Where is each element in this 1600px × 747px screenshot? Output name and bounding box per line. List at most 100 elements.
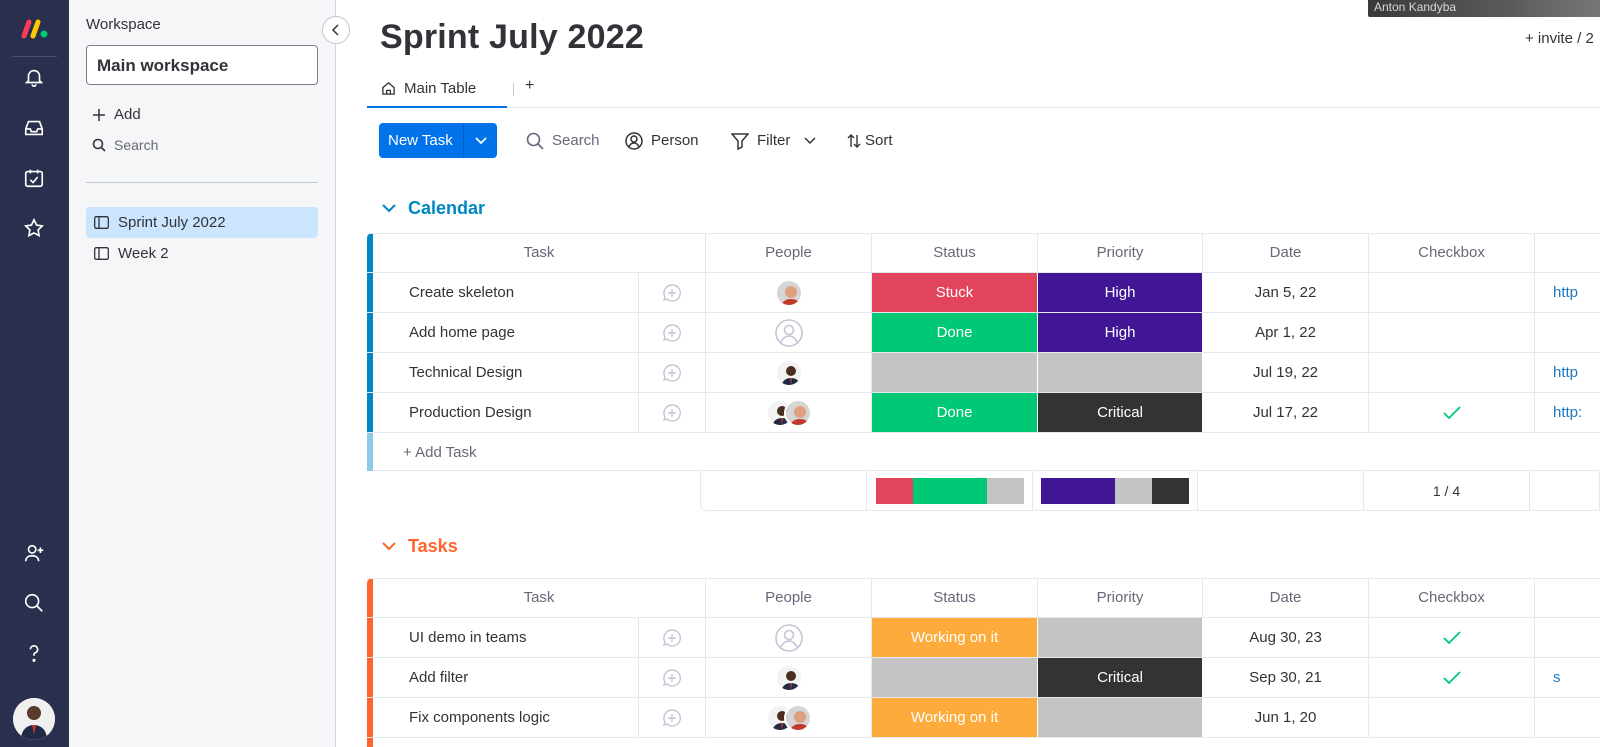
link-cell[interactable]: s: [1535, 658, 1600, 697]
add-update-icon[interactable]: [638, 353, 706, 392]
link-cell[interactable]: [1535, 313, 1600, 352]
bell-icon[interactable]: [18, 61, 50, 93]
search-tool[interactable]: Search: [526, 123, 600, 158]
help-icon[interactable]: [18, 637, 50, 669]
column-header-status[interactable]: Status: [872, 233, 1038, 272]
people-cell[interactable]: [706, 273, 872, 312]
date-cell[interactable]: Aug 30, 23: [1203, 618, 1369, 657]
add-update-icon[interactable]: [638, 658, 706, 697]
column-header-task[interactable]: Task: [373, 578, 706, 617]
date-cell[interactable]: Jul 17, 22: [1203, 393, 1369, 432]
people-cell[interactable]: [706, 618, 872, 657]
group-header-tasks[interactable]: Tasks: [382, 536, 458, 557]
column-header-checkbox[interactable]: Checkbox: [1369, 233, 1535, 272]
add-label: Add: [114, 106, 141, 123]
checkbox-cell[interactable]: [1369, 393, 1535, 432]
chevron-down-icon[interactable]: [464, 136, 497, 145]
task-name[interactable]: Create skeleton: [373, 273, 638, 312]
column-header-priority[interactable]: Priority: [1038, 578, 1203, 617]
invite-button[interactable]: + invite / 2: [1525, 30, 1594, 47]
checkbox-cell[interactable]: [1369, 618, 1535, 657]
priority-cell[interactable]: High: [1038, 313, 1203, 352]
people-cell[interactable]: [706, 393, 872, 432]
priority-cell[interactable]: Critical: [1038, 393, 1203, 432]
group-header-calendar[interactable]: Calendar: [382, 198, 485, 219]
column-header-people[interactable]: People: [706, 233, 872, 272]
people-cell[interactable]: [706, 698, 872, 737]
user-avatar[interactable]: [13, 698, 55, 740]
workspace-search-button[interactable]: Search: [92, 137, 158, 153]
monday-logo-icon[interactable]: [20, 16, 50, 42]
board-item-sprint-july-2022[interactable]: Sprint July 2022: [86, 207, 318, 238]
status-cell[interactable]: Working on it: [872, 698, 1038, 737]
add-update-icon[interactable]: [638, 313, 706, 352]
add-view-button[interactable]: +: [525, 77, 534, 95]
column-header-people[interactable]: People: [706, 578, 872, 617]
priority-cell[interactable]: High: [1038, 273, 1203, 312]
view-tabs: Main Table +: [367, 70, 1600, 108]
add-button[interactable]: Add: [92, 106, 141, 123]
date-cell[interactable]: Jul 19, 22: [1203, 353, 1369, 392]
column-header-priority[interactable]: Priority: [1038, 233, 1203, 272]
date-cell[interactable]: Jun 1, 20: [1203, 698, 1369, 737]
invite-user-icon[interactable]: [18, 537, 50, 569]
video-participant-name: Anton Kandyba: [1374, 0, 1457, 14]
add-update-icon[interactable]: [638, 618, 706, 657]
status-cell[interactable]: [872, 658, 1038, 697]
date-cell[interactable]: Jan 5, 22: [1203, 273, 1369, 312]
checkbox-cell[interactable]: [1369, 273, 1535, 312]
priority-cell[interactable]: [1038, 353, 1203, 392]
column-header-checkbox[interactable]: Checkbox: [1369, 578, 1535, 617]
people-cell[interactable]: [706, 658, 872, 697]
task-name[interactable]: Technical Design: [373, 353, 638, 392]
group-table-calendar: Task People Status Priority Date Checkbo…: [367, 233, 1600, 471]
link-cell[interactable]: http: [1535, 273, 1600, 312]
table-row: Production Design Done Critical Jul 17, …: [367, 393, 1600, 433]
task-name[interactable]: Add filter: [373, 658, 638, 697]
task-name[interactable]: Add home page: [373, 313, 638, 352]
task-name[interactable]: Fix components logic: [373, 698, 638, 737]
sort-button[interactable]: Sort: [847, 123, 893, 158]
link-cell[interactable]: http:: [1535, 393, 1600, 432]
status-cell[interactable]: Working on it: [872, 618, 1038, 657]
checkbox-cell[interactable]: [1369, 353, 1535, 392]
link-cell[interactable]: [1535, 698, 1600, 737]
column-header-task[interactable]: Task: [373, 233, 706, 272]
board-item-week-2[interactable]: Week 2: [86, 238, 318, 269]
add-update-icon[interactable]: [638, 273, 706, 312]
link-cell[interactable]: http: [1535, 353, 1600, 392]
checkbox-cell[interactable]: [1369, 313, 1535, 352]
search-icon[interactable]: [18, 587, 50, 619]
status-cell[interactable]: Done: [872, 393, 1038, 432]
column-header-date[interactable]: Date: [1203, 233, 1369, 272]
inbox-icon[interactable]: [18, 112, 50, 144]
column-header-date[interactable]: Date: [1203, 578, 1369, 617]
add-task-input[interactable]: + Add Task: [373, 433, 638, 472]
priority-cell[interactable]: [1038, 618, 1203, 657]
people-cell[interactable]: [706, 353, 872, 392]
checkbox-cell[interactable]: [1369, 658, 1535, 697]
person-filter[interactable]: Person: [625, 123, 699, 158]
column-header-status[interactable]: Status: [872, 578, 1038, 617]
filter-button[interactable]: Filter: [731, 123, 816, 158]
status-cell[interactable]: [872, 353, 1038, 392]
priority-cell[interactable]: Critical: [1038, 658, 1203, 697]
date-cell[interactable]: Sep 30, 21: [1203, 658, 1369, 697]
people-cell[interactable]: [706, 313, 872, 352]
task-name[interactable]: Production Design: [373, 393, 638, 432]
calendar-check-icon[interactable]: [18, 162, 50, 194]
priority-cell[interactable]: [1038, 698, 1203, 737]
add-update-icon[interactable]: [638, 393, 706, 432]
checkbox-cell[interactable]: [1369, 698, 1535, 737]
search-label: Search: [552, 132, 600, 149]
status-cell[interactable]: Stuck: [872, 273, 1038, 312]
tab-main-table[interactable]: Main Table: [367, 70, 507, 108]
new-task-button[interactable]: New Task: [379, 123, 497, 158]
status-cell[interactable]: Done: [872, 313, 1038, 352]
workspace-selector[interactable]: Main workspace: [86, 45, 318, 85]
task-name[interactable]: UI demo in teams: [373, 618, 638, 657]
date-cell[interactable]: Apr 1, 22: [1203, 313, 1369, 352]
link-cell[interactable]: [1535, 618, 1600, 657]
star-icon[interactable]: [18, 212, 50, 244]
add-update-icon[interactable]: [638, 698, 706, 737]
